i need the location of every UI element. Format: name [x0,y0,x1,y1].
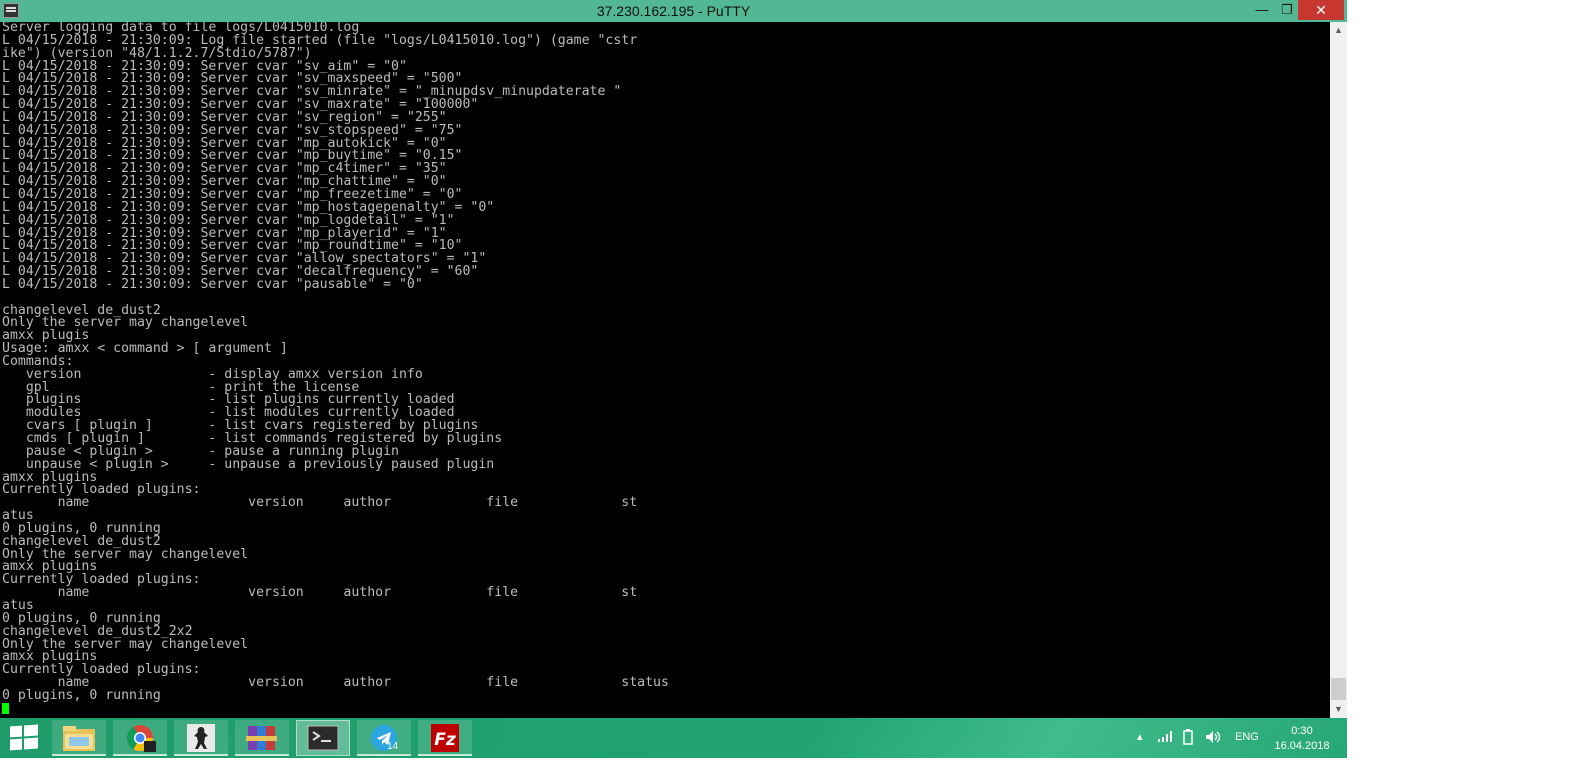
show-hidden-icons-icon[interactable]: ▴ [1137,730,1143,743]
system-clock[interactable]: 0:30 16.04.2018 [1272,724,1332,754]
svg-text:Fz: Fz [434,730,456,750]
volume-icon[interactable] [1205,730,1221,747]
scroll-up-icon[interactable]: ▲ [1330,22,1347,39]
terminal-cursor [2,702,9,714]
telegram-icon[interactable]: 14 [357,720,411,756]
chrome-icon[interactable] [113,720,167,756]
terminal-line: name version author file st [2,585,638,601]
title-bar[interactable]: 37.230.162.195 - PuTTY — ❐ ✕ [0,0,1347,22]
putty-icon[interactable] [296,720,350,756]
terminal-line: Only the server may changelevel [2,636,249,652]
terminal-line: atus [2,597,34,613]
minimize-button[interactable]: — [1248,0,1276,20]
clock-time: 0:30 [1291,725,1313,737]
terminal-line: name version author file st [2,495,638,511]
close-button[interactable]: ✕ [1298,0,1344,20]
terminal-line: 0 plugins, 0 running [2,520,161,536]
terminal-output[interactable]: Server logging data to file logs/L041501… [2,22,1328,718]
scroll-down-icon[interactable]: ▼ [1330,701,1347,718]
terminal-line: amxx plugins [2,469,98,485]
terminal-line: Only the server may changelevel [2,546,249,562]
terminal-line: 0 plugins, 0 running [2,610,161,626]
counter-strike-icon[interactable] [174,720,228,756]
filezilla-icon[interactable]: Fz [418,720,472,756]
terminal-prompt-line [2,702,1328,717]
terminal-line: L 04/15/2018 - 21:30:09: Server cvar "pa… [2,276,423,292]
terminal-line: name version author file status [2,675,669,691]
terminal-line: Usage: amxx < command > [ argument ] [2,341,288,357]
network-icon[interactable] [1158,730,1174,745]
putty-window: 37.230.162.195 - PuTTY — ❐ ✕ Server logg… [0,0,1347,718]
terminal-line: atus [2,508,34,524]
winrar-icon[interactable] [235,720,289,756]
terminal-line: unpause < plugin > - unpause a previousl… [2,456,495,472]
terminal-line: 0 plugins, 0 running [2,687,161,703]
vertical-scrollbar[interactable]: ▲ ▼ [1330,22,1347,718]
file-explorer-icon[interactable] [52,720,106,756]
scroll-thumb[interactable] [1331,678,1346,700]
terminal-line: amxx plugins [2,649,98,665]
battery-icon[interactable] [1181,729,1195,748]
clock-date: 16.04.2018 [1274,740,1330,752]
terminal-line: Only the server may changelevel [2,315,249,331]
terminal-line: amxx plugins [2,559,98,575]
windows-start-icon[interactable] [10,724,38,752]
window-title: 37.230.162.195 - PuTTY [596,3,751,19]
language-indicator[interactable]: ENG [1235,731,1259,743]
telegram-badge: 14 [387,741,399,752]
maximize-button[interactable]: ❐ [1273,0,1301,20]
taskbar: 14 Fz ▴ ENG 0:30 16.04.2018 [0,718,1347,758]
